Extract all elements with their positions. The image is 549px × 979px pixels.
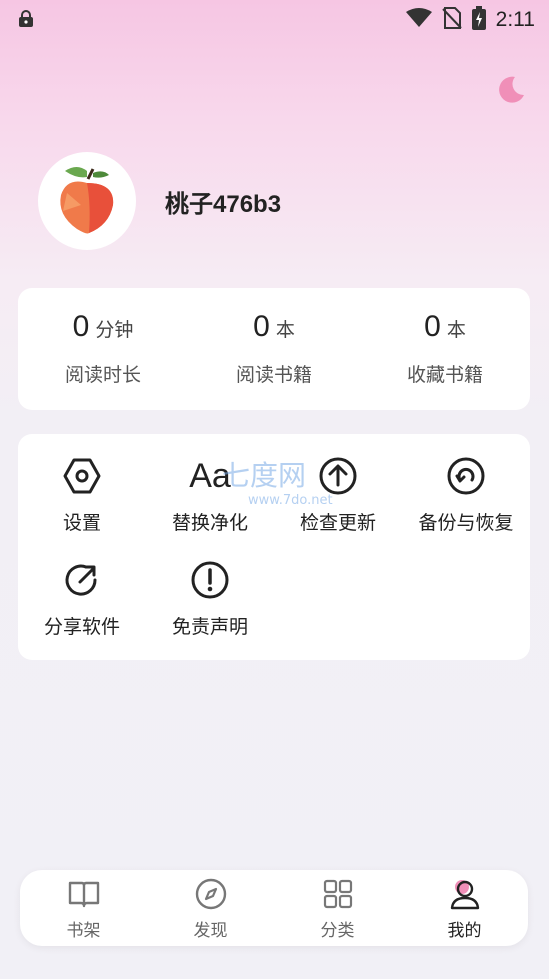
stat-reading-time[interactable]: 0 分钟 阅读时长 (18, 310, 188, 387)
nav-item-discover[interactable]: 发现 (147, 876, 274, 941)
stat-books-favorited[interactable]: 0本 收藏书籍 (360, 310, 530, 387)
profile-header[interactable]: 桃子476b3 (38, 152, 281, 250)
font-aa-icon: Aa (189, 456, 231, 495)
menu-label: 免责声明 (171, 616, 248, 638)
book-icon (20, 876, 147, 912)
menu-card: 设置 Aa 替换净化 检查更新 备份与恢复 分享软件 免责声明 (18, 434, 530, 660)
reading-stats-card: 0 分钟 阅读时长 0本 阅读书籍 0本 收藏书籍 (18, 288, 530, 410)
wifi-icon (405, 8, 432, 32)
stat-unit: 本 (446, 319, 466, 341)
nav-label: 书架 (66, 921, 101, 941)
no-sim-icon (441, 7, 462, 33)
peach-logo-icon (60, 167, 114, 234)
night-mode-toggle[interactable] (495, 74, 527, 110)
nav-label: 分类 (320, 921, 355, 941)
nav-item-category[interactable]: 分类 (274, 876, 401, 941)
battery-charging-icon (471, 6, 486, 34)
bottom-nav: 书架 发现 分类 我的 (20, 870, 528, 946)
settings-hexagon-icon (18, 454, 146, 498)
exclamation-icon (146, 558, 274, 602)
nav-item-bookshelf[interactable]: 书架 (20, 876, 147, 941)
menu-label: 备份与恢复 (418, 512, 514, 534)
backup-restore-icon (402, 454, 530, 498)
menu-item-settings[interactable]: 设置 (18, 454, 146, 535)
menu-label: 检查更新 (299, 512, 376, 534)
nav-label: 我的 (447, 921, 482, 941)
menu-item-backup-restore[interactable]: 备份与恢复 (402, 454, 530, 535)
stat-value: 0 (253, 310, 270, 343)
grid-icon (274, 876, 401, 912)
stat-books-read[interactable]: 0本 阅读书籍 (189, 310, 359, 387)
share-icon (18, 558, 146, 602)
avatar[interactable] (38, 152, 136, 250)
menu-item-share-app[interactable]: 分享软件 (18, 558, 146, 639)
stat-label: 收藏书籍 (406, 364, 483, 386)
status-bar: 2:11 (0, 0, 549, 38)
user-icon (401, 876, 528, 912)
upload-arrow-icon (274, 454, 402, 498)
menu-item-replace-purify[interactable]: Aa 替换净化 (146, 454, 274, 535)
stat-label: 阅读书籍 (235, 364, 312, 386)
nav-item-mine[interactable]: 我的 (401, 876, 528, 941)
stat-value: 0 (424, 310, 441, 343)
menu-label: 替换净化 (171, 512, 248, 534)
menu-item-disclaimer[interactable]: 免责声明 (146, 558, 274, 639)
stat-unit: 本 (275, 319, 295, 341)
nav-label: 发现 (193, 921, 228, 941)
menu-label: 分享软件 (43, 616, 120, 638)
stat-unit: 分钟 (95, 319, 134, 341)
lock-notification-icon (18, 10, 34, 32)
stat-value: 0 (72, 310, 90, 343)
stat-label: 阅读时长 (64, 364, 141, 386)
compass-icon (147, 876, 274, 912)
moon-icon (499, 76, 524, 103)
menu-item-check-update[interactable]: 检查更新 (274, 454, 402, 535)
username: 桃子476b3 (165, 190, 282, 218)
menu-label: 设置 (62, 512, 101, 534)
status-time: 2:11 (495, 8, 535, 31)
